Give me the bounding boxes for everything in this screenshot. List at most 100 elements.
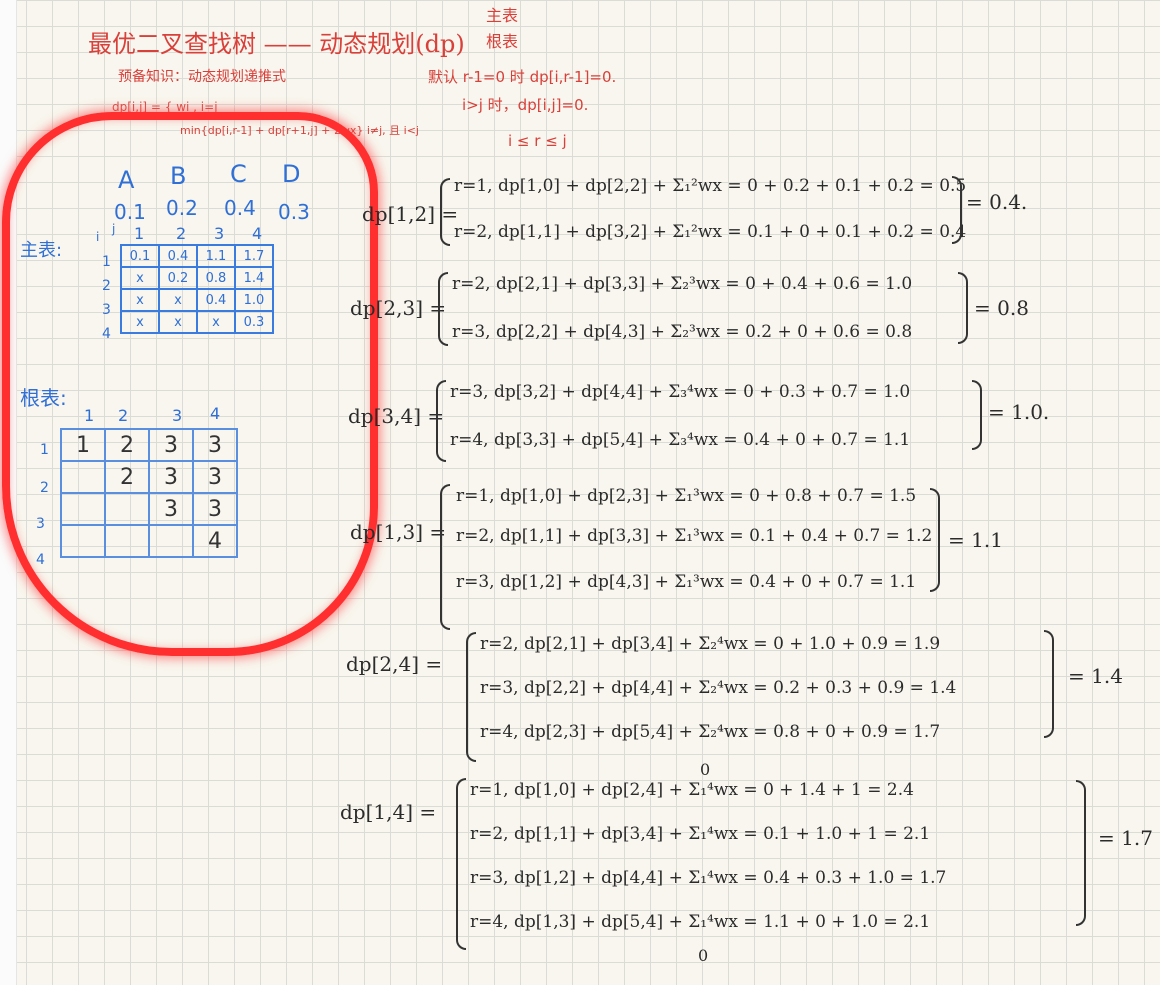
eq-dp23-lhs: dp[2,3] = <box>350 296 447 320</box>
eq-dp14-close-brace <box>1076 780 1086 926</box>
root-cell <box>60 492 106 526</box>
eq-dp24-lhs: dp[2,4] = <box>346 652 443 676</box>
main-table-label: 主表: <box>20 240 63 261</box>
main-table-row: x x 0.4 1.0 <box>120 288 274 312</box>
main-cell: 0.4 <box>158 244 198 268</box>
root-row-2: 2 <box>40 480 49 496</box>
main-table-corner-i: i <box>96 230 100 244</box>
main-cell: 0.8 <box>196 266 236 290</box>
eq-dp14-lhs: dp[1,4] = <box>340 800 437 824</box>
main-table-row: x 0.2 0.8 1.4 <box>120 266 274 290</box>
eq-dp34-result: = 1.0. <box>988 400 1050 424</box>
root-cell: 3 <box>192 428 238 462</box>
root-cell: 3 <box>148 460 194 494</box>
eq-dp14-case-1: r=1, dp[1,0] + dp[2,4] + Σ₁⁴wx = 0 + 1.4… <box>470 780 914 800</box>
eq-dp24-case-3: r=4, dp[2,3] + dp[5,4] + Σ₂⁴wx = 0.8 + 0… <box>480 722 941 742</box>
root-row-4: 4 <box>36 552 45 568</box>
main-row-4: 4 <box>102 326 111 342</box>
eq-dp13-open-brace <box>440 484 450 630</box>
note-root-table: 根表 <box>486 32 519 51</box>
eq-dp34-case-2: r=4, dp[3,3] + dp[5,4] + Σ₃⁴wx = 0.4 + 0… <box>450 430 911 450</box>
root-cell: 3 <box>192 460 238 494</box>
eq-dp23-result: = 0.8 <box>974 296 1029 320</box>
eq-dp23-case-2: r=3, dp[2,2] + dp[4,3] + Σ₂³wx = 0.2 + 0… <box>452 322 913 342</box>
default-rule-2: i>j 时，dp[i,j]=0. <box>462 96 589 114</box>
root-table-label: 根表: <box>20 386 67 410</box>
eq-dp12-case-1: r=1, dp[1,0] + dp[2,2] + Σ₁²wx = 0 + 0.2… <box>454 176 967 196</box>
eq-dp34-close-brace <box>972 380 982 450</box>
root-cell: 3 <box>148 428 194 462</box>
main-table: 0.1 0.4 1.1 1.7 x 0.2 0.8 1.4 x x 0.4 1.… <box>120 244 274 334</box>
root-col-3: 3 <box>172 406 183 425</box>
root-col-1: 1 <box>84 406 95 425</box>
weight-a: 0.1 <box>114 200 146 224</box>
eq-dp14-result: = 1.7 <box>1098 826 1153 850</box>
root-col-2: 2 <box>118 406 129 425</box>
root-cell <box>104 524 150 558</box>
main-col-2: 2 <box>176 224 187 243</box>
eq-dp34-open-brace <box>436 380 446 462</box>
main-cell: 1.1 <box>196 244 236 268</box>
eq-dp14-case-2: r=2, dp[1,1] + dp[3,4] + Σ₁⁴wx = 0.1 + 1… <box>470 824 931 844</box>
root-cell: 2 <box>104 460 150 494</box>
main-cell: 0.4 <box>196 288 236 312</box>
root-table-row: 4 <box>60 524 238 558</box>
root-cell <box>60 460 106 494</box>
root-row-3: 3 <box>36 516 45 532</box>
key-d: D <box>282 160 301 188</box>
weight-c: 0.4 <box>224 196 256 220</box>
main-col-3: 3 <box>214 224 225 243</box>
eq-dp14-case-4: r=4, dp[1,3] + dp[5,4] + Σ₁⁴wx = 1.1 + 0… <box>470 912 931 932</box>
recurrence-range: i ≤ r ≤ j <box>508 132 567 150</box>
eq-dp24-case-1: r=2, dp[2,1] + dp[3,4] + Σ₂⁴wx = 0 + 1.0… <box>480 634 941 654</box>
root-row-1: 1 <box>40 442 49 458</box>
main-cell: 1.7 <box>234 244 274 268</box>
root-cell: 1 <box>60 428 106 462</box>
main-cell: x <box>196 310 236 334</box>
eq-dp13-case-2: r=2, dp[1,1] + dp[3,3] + Σ₁³wx = 0.1 + 0… <box>456 526 933 546</box>
eq-dp13-close-brace <box>930 488 940 592</box>
eq-dp24-close-brace <box>1044 630 1054 738</box>
main-col-4: 4 <box>252 224 263 243</box>
root-col-4: 4 <box>210 404 221 423</box>
eq-dp34-lhs: dp[3,4] = <box>348 404 445 428</box>
eq-dp14-note-bottom: 0 <box>698 946 709 965</box>
eq-dp23-case-1: r=2, dp[2,1] + dp[3,3] + Σ₂³wx = 0 + 0.4… <box>452 274 913 294</box>
eq-dp14-note-top: 0 <box>700 760 711 779</box>
eq-dp14-case-3: r=3, dp[1,2] + dp[4,4] + Σ₁⁴wx = 0.4 + 0… <box>470 868 947 888</box>
main-cell: 1.0 <box>234 288 274 312</box>
main-cell: 0.3 <box>234 310 274 334</box>
main-cell: 0.1 <box>120 244 160 268</box>
eq-dp23-open-brace <box>438 272 448 346</box>
eq-dp13-lhs: dp[1,3] = <box>350 520 447 544</box>
eq-dp24-open-brace <box>466 632 476 762</box>
default-rule-1: 默认 r-1=0 时 dp[i,r-1]=0. <box>428 68 617 86</box>
main-cell: x <box>120 266 160 290</box>
key-a: A <box>118 166 135 194</box>
prereq-note: 预备知识：动态规划递推式 <box>118 69 286 85</box>
main-table-row: x x x 0.3 <box>120 310 274 334</box>
root-table-row: 2 3 3 <box>60 460 238 494</box>
eq-dp24-case-2: r=3, dp[2,2] + dp[4,4] + Σ₂⁴wx = 0.2 + 0… <box>480 678 957 698</box>
key-c: C <box>230 160 247 188</box>
key-b: B <box>170 162 187 190</box>
root-table-row: 3 3 <box>60 492 238 526</box>
eq-dp12-close-brace <box>952 176 962 244</box>
main-row-2: 2 <box>102 278 111 294</box>
root-table-row: 1 2 3 3 <box>60 428 238 462</box>
main-cell: x <box>158 310 198 334</box>
eq-dp13-case-3: r=3, dp[1,2] + dp[4,3] + Σ₁³wx = 0.4 + 0… <box>456 572 917 592</box>
main-row-1: 1 <box>102 254 111 270</box>
root-cell: 3 <box>192 492 238 526</box>
eq-dp13-case-1: r=1, dp[1,0] + dp[2,3] + Σ₁³wx = 0 + 0.8… <box>456 486 917 506</box>
main-cell: 0.2 <box>158 266 198 290</box>
eq-dp12-result: = 0.4. <box>966 190 1028 214</box>
main-table-row: 0.1 0.4 1.1 1.7 <box>120 244 274 268</box>
root-cell: 4 <box>192 524 238 558</box>
main-table-corner-j: j <box>112 222 116 236</box>
root-cell: 2 <box>104 428 150 462</box>
page-title: 最优二叉查找树 —— 动态规划(dp) <box>88 30 465 58</box>
main-row-3: 3 <box>102 302 111 318</box>
root-cell <box>60 524 106 558</box>
main-cell: x <box>120 288 160 312</box>
